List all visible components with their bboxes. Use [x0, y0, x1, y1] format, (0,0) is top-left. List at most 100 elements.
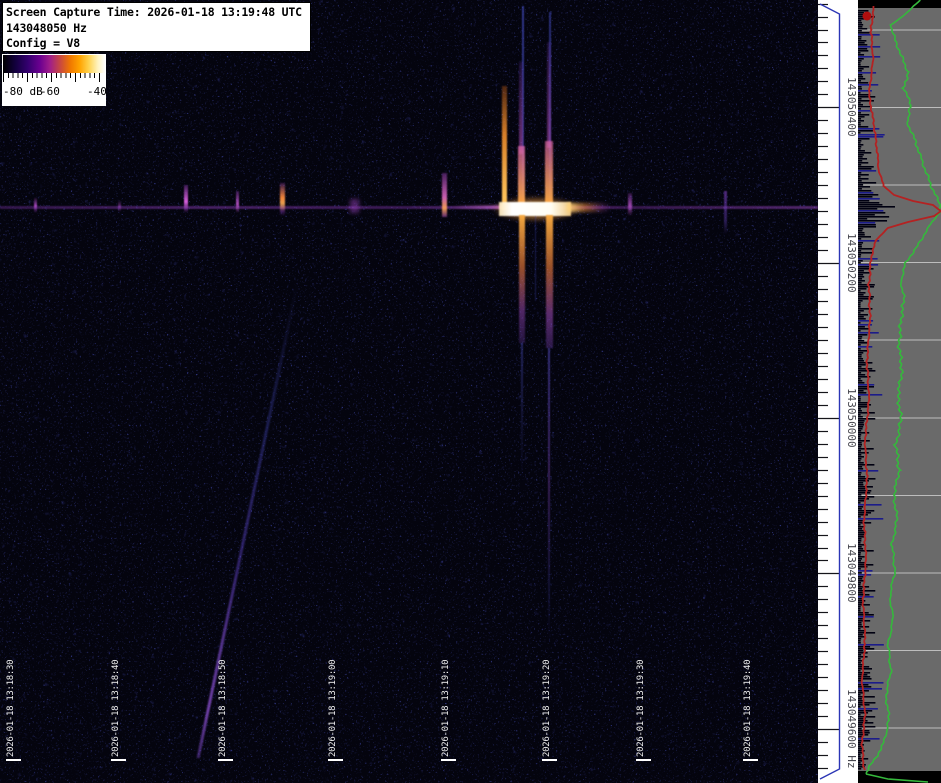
spectrum-noise-bar [858, 740, 870, 742]
frequency-label: 143050000 [845, 388, 857, 448]
spectrum-noise-bar [858, 140, 861, 142]
spectrum-noise-bar [858, 282, 862, 284]
spectrum-noise-bar [858, 416, 863, 418]
spectrum-noise-bar [858, 470, 878, 472]
spectrum-noise-bar [858, 488, 865, 490]
spectrum-noise-bar [858, 382, 864, 384]
spectrum-noise-bar [858, 582, 861, 584]
spectrum-noise-bar [858, 222, 875, 224]
spectrum-noise-bar [858, 360, 864, 362]
spectrum-noise-bar [858, 588, 862, 590]
spectrum-noise-bar [858, 150, 865, 152]
spectrum-noise-bar [858, 280, 865, 282]
spectrum-noise-bar [858, 540, 861, 542]
spectrum-noise-bar [858, 672, 870, 674]
spectrum-noise-bar [858, 590, 875, 592]
spectrum-noise-bar [858, 260, 863, 262]
capture-frequency-text: 143048050 Hz [6, 21, 307, 37]
spectrum-noise-bar [858, 708, 878, 710]
spectrum-noise-bar [858, 644, 884, 646]
spectrum-noise-bar [858, 254, 861, 256]
spectrum-noise-bar [858, 544, 864, 546]
spectrum-noise-bar [858, 664, 863, 666]
spectrum-noise-bar [858, 398, 861, 400]
spectrum-noise-bar [858, 600, 865, 602]
spectrum-noise-bar [858, 350, 868, 352]
spectrum-noise-bar [858, 424, 864, 426]
spectrum-capture-window: 2026-01-18 13:18:302026-01-18 13:18:4020… [0, 0, 941, 783]
spectrum-noise-bar [858, 752, 862, 754]
spectrum-noise-bar [858, 560, 861, 562]
spectrum-noise-bar [858, 186, 870, 188]
spectrum-noise-bar [858, 134, 885, 136]
spectrum-noise-bar [858, 542, 861, 544]
spectrum-noise-bar [858, 638, 861, 640]
spectrum-noise-bar [858, 246, 862, 248]
config-text: Config = V8 [6, 36, 307, 52]
spectrum-noise-bar [858, 338, 862, 340]
spectrum-noise-bar [858, 64, 861, 66]
spectrum-noise-bar [858, 522, 871, 524]
spectrum-noise-bar [858, 342, 868, 344]
frequency-label: 143050400 [845, 77, 857, 137]
spectrum-noise-bar [858, 756, 861, 758]
spectrum-noise-bar [858, 226, 876, 228]
spectrum-noise-bar [858, 482, 863, 484]
spectrum-noise-bar [858, 74, 862, 76]
spectrum-noise-bar [858, 126, 868, 128]
spectrum-noise-bar [858, 160, 862, 162]
spectrum-noise-bar [858, 676, 870, 678]
spectrum-noise-bar [858, 312, 861, 314]
spectrum-noise-bar [858, 622, 862, 624]
spectrum-noise-bar [858, 656, 868, 658]
spectrum-noise-bar [858, 392, 866, 394]
spectrum-noise-bar [858, 414, 861, 416]
spectrum-noise-bar [858, 500, 864, 502]
time-tick [743, 759, 758, 761]
spectrum-traces [858, 0, 941, 783]
spectrum-noise-bar [858, 208, 877, 210]
spectrum-noise-bar [858, 474, 861, 476]
spectrum-noise-bar [858, 668, 872, 670]
spectrum-noise-bar [858, 714, 861, 716]
time-tick [111, 759, 126, 761]
spectrum-noise-bar [858, 330, 861, 332]
spectrum-noise-bar [858, 658, 861, 660]
spectrum-noise-bar [858, 432, 869, 434]
spectrum-noise-bar [858, 62, 861, 64]
spectrum-noise-bar [858, 178, 869, 180]
spectrum-noise-bar [858, 54, 864, 56]
spectrum-noise-bar [858, 596, 874, 598]
spectrum-noise-bar [858, 274, 863, 276]
time-label: 2026-01-18 13:18:40 [111, 660, 122, 757]
spectrum-noise-bar [858, 30, 862, 32]
spectrum-noise-bar [858, 114, 869, 116]
spectrum-noise-bar [858, 270, 864, 272]
spectrum-noise-bar [858, 244, 862, 246]
spectrum-noise-bar [858, 284, 875, 286]
spectrum-noise-bar [858, 634, 863, 636]
spectrum-noise-bar [858, 476, 865, 478]
spectrum-noise-bar [858, 298, 873, 300]
spectrum-noise-bar [858, 364, 866, 366]
spectrum-noise-bar [858, 572, 862, 574]
spectrum-noise-bar [858, 66, 869, 68]
spectrum-noise-bar [858, 136, 883, 138]
spectrum-noise-bar [858, 142, 861, 144]
spectrum-noise-bar [858, 110, 872, 112]
capture-info-box: Screen Capture Time: 2026-01-18 13:19:48… [2, 2, 311, 52]
spectrum-noise-bar [858, 436, 861, 438]
spectrum-noise-bar [858, 238, 861, 240]
spectrum-noise-bar [858, 440, 870, 442]
spectrum-noise-bar [858, 22, 862, 24]
spectrum-noise-bar [858, 194, 878, 196]
spectrum-noise-bar [858, 406, 867, 408]
spectrum-noise-bar [858, 26, 862, 28]
time-label: 2026-01-18 13:19:10 [441, 660, 452, 757]
waterfall-spectrogram: 2026-01-18 13:18:302026-01-18 13:18:4020… [0, 0, 818, 783]
spectrum-noise-bar [858, 580, 864, 582]
spectrum-noise-bar [858, 288, 866, 290]
spectrum-noise-bar [858, 128, 879, 130]
spectrum-noise-bar [858, 102, 861, 104]
time-tick [542, 759, 557, 761]
